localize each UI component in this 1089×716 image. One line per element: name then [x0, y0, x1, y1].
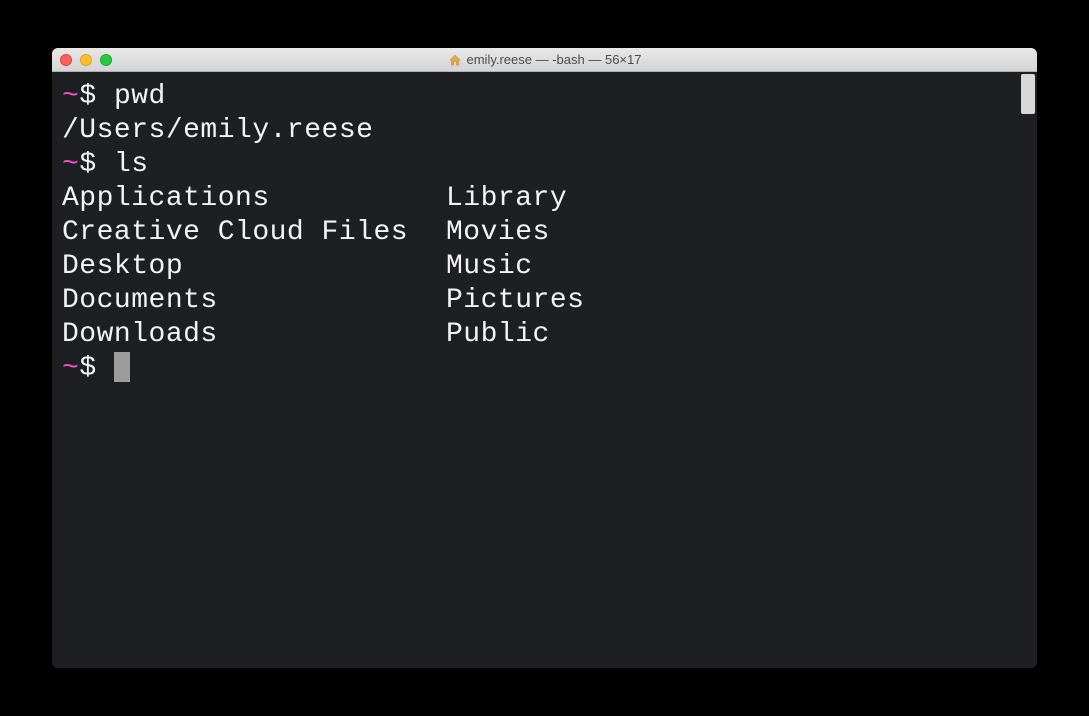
ls-item: Music [446, 250, 584, 284]
close-button[interactable] [60, 54, 72, 66]
command-pwd: pwd [114, 81, 166, 112]
prompt-tilde: ~ [62, 353, 79, 384]
ls-item: Public [446, 318, 584, 352]
prompt-dollar: $ [79, 149, 96, 180]
prompt-line-1: ~$ pwd [62, 80, 1027, 114]
prompt-line-2: ~$ ls [62, 148, 1027, 182]
scrollbar[interactable] [1021, 74, 1035, 114]
terminal-window: emily.reese — -bash — 56×17 ~$ pwd /User… [52, 48, 1037, 668]
ls-column-2: Library Movies Music Pictures Public [446, 182, 584, 352]
prompt-tilde: ~ [62, 149, 79, 180]
window-title-wrap: emily.reese — -bash — 56×17 [52, 52, 1037, 67]
ls-item: Desktop [62, 250, 446, 284]
ls-item: Downloads [62, 318, 446, 352]
ls-item: Documents [62, 284, 446, 318]
prompt-dollar: $ [79, 81, 96, 112]
command-ls: ls [114, 149, 149, 180]
minimize-button[interactable] [80, 54, 92, 66]
ls-item: Pictures [446, 284, 584, 318]
traffic-lights [60, 54, 112, 66]
ls-item: Movies [446, 216, 584, 250]
terminal-body[interactable]: ~$ pwd /Users/emily.reese ~$ ls Applicat… [52, 72, 1037, 668]
prompt-tilde: ~ [62, 81, 79, 112]
maximize-button[interactable] [100, 54, 112, 66]
home-icon [448, 54, 462, 66]
titlebar: emily.reese — -bash — 56×17 [52, 48, 1037, 72]
ls-output: Applications Creative Cloud Files Deskto… [62, 182, 1027, 352]
output-pwd: /Users/emily.reese [62, 114, 1027, 148]
window-title: emily.reese — -bash — 56×17 [467, 52, 642, 67]
ls-column-1: Applications Creative Cloud Files Deskto… [62, 182, 446, 352]
prompt-dollar: $ [79, 353, 96, 384]
ls-item: Applications [62, 182, 446, 216]
prompt-line-3: ~$ [62, 352, 1027, 386]
ls-item: Creative Cloud Files [62, 216, 446, 250]
cursor [114, 352, 130, 382]
ls-item: Library [446, 182, 584, 216]
